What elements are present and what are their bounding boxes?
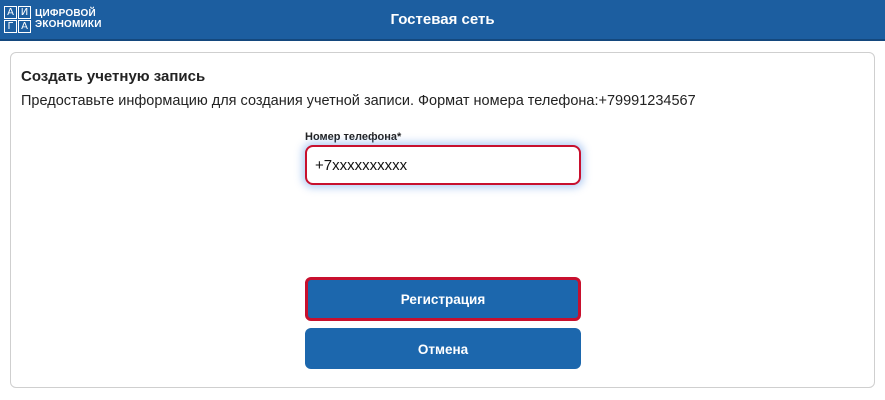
page-title: Гостевая сеть	[390, 11, 495, 28]
registration-card: Создать учетную запись Предоставьте инфо…	[10, 52, 875, 388]
header-bar: А И Г А ЦИФРОВОЙ ЭКОНОМИКИ Гостевая сеть	[0, 0, 885, 41]
form-title: Создать учетную запись	[21, 68, 206, 85]
register-button[interactable]: Регистрация	[305, 277, 581, 321]
phone-input[interactable]	[305, 145, 581, 185]
phone-label: Номер телефона*	[305, 131, 402, 143]
cancel-button[interactable]: Отмена	[305, 328, 581, 369]
form-description: Предоставьте информацию для создания уче…	[21, 93, 696, 109]
